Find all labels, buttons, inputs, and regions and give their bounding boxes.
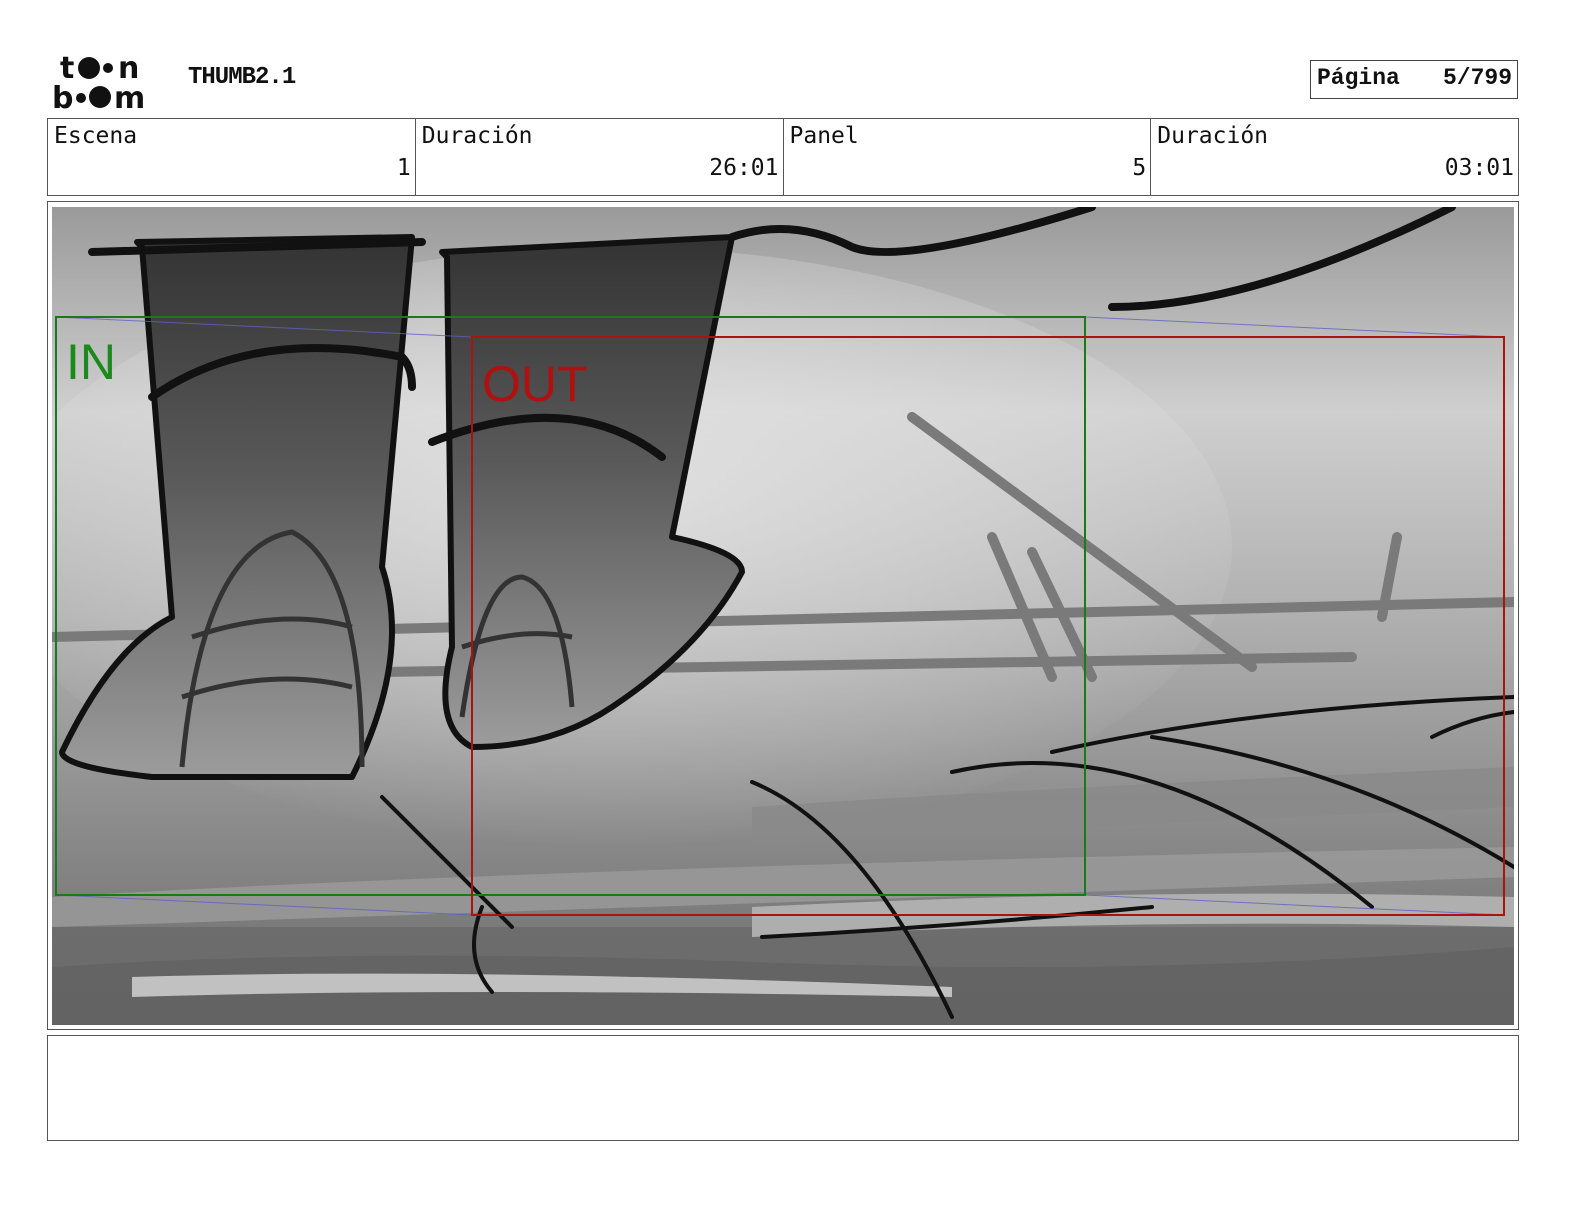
page-indicator: Página 5/799 xyxy=(1310,60,1518,99)
toonboom-logo: t n b m xyxy=(52,51,145,112)
panel-label: Panel xyxy=(789,123,859,149)
action-notes-box xyxy=(47,1035,1519,1141)
scene-duration-label: Duración xyxy=(421,123,533,149)
svg-text:m: m xyxy=(114,81,145,112)
panel-duration-label: Duración xyxy=(1157,123,1269,149)
storyboard-panel-frame: IN OUT xyxy=(47,201,1519,1030)
scene-value: 1 xyxy=(396,155,411,181)
scene-cell: Escena 1 xyxy=(48,119,416,195)
panel-cell: Panel 5 xyxy=(784,119,1152,195)
storyboard-sketch: IN OUT xyxy=(52,207,1514,1025)
project-title: THUMB2.1 xyxy=(188,64,296,91)
svg-text:b: b xyxy=(52,81,73,112)
panel-value: 5 xyxy=(1132,155,1147,181)
scene-label: Escena xyxy=(54,123,138,149)
panel-duration-cell: Duración 03:01 xyxy=(1151,119,1518,195)
out-frame-label: OUT xyxy=(482,356,588,412)
page-label: Página xyxy=(1317,65,1400,91)
page-number: 5/799 xyxy=(1442,65,1512,91)
scene-duration-cell: Duración 26:01 xyxy=(416,119,784,195)
panel-info-row: Escena 1 Duración 26:01 Panel 5 Duración… xyxy=(47,118,1519,196)
panel-duration-value: 03:01 xyxy=(1444,155,1514,181)
scene-duration-value: 26:01 xyxy=(709,155,779,181)
in-frame-label: IN xyxy=(66,334,116,390)
